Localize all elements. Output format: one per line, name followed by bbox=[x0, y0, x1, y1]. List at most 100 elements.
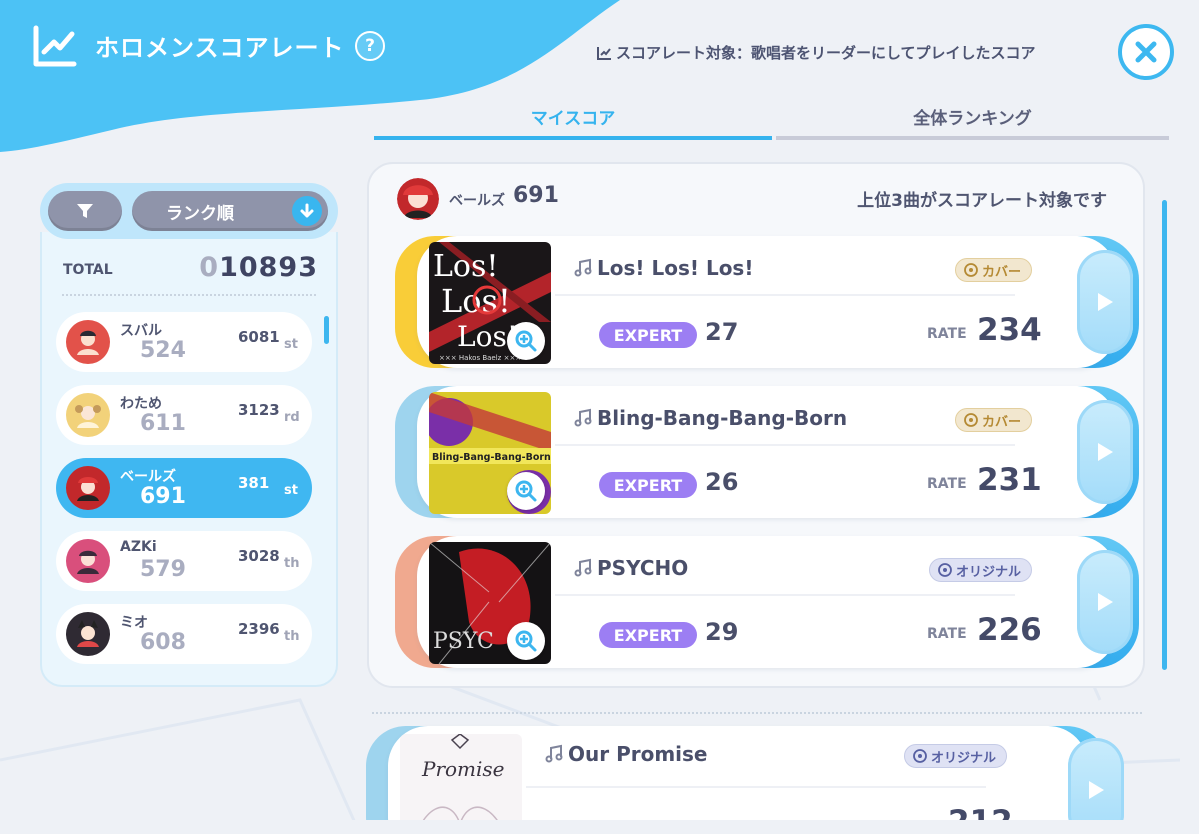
close-icon bbox=[1135, 41, 1157, 63]
selected-member-avatar bbox=[397, 178, 439, 220]
top-songs-note: 上位3曲がスコアレート対象です bbox=[857, 191, 1107, 211]
album-art-title: Promise bbox=[421, 757, 505, 781]
member-rate: 579 bbox=[140, 557, 186, 582]
avatar-icon bbox=[77, 330, 99, 355]
song-type-badge: オリジナル bbox=[929, 558, 1033, 582]
music-note-icon bbox=[574, 408, 592, 427]
avatar bbox=[66, 320, 110, 364]
song-type-badge: カバー bbox=[955, 408, 1033, 432]
member-rate-panel: TOTAL 010893 スバル 524 6081 st わため 611 312… bbox=[40, 232, 338, 687]
divider bbox=[372, 712, 1142, 714]
album-art-image: Promise bbox=[400, 734, 522, 834]
member-rank-suffix: th bbox=[284, 629, 300, 644]
member-list: スバル 524 6081 st わため 611 3123 rd ベールズ 691… bbox=[56, 312, 314, 677]
music-note-icon bbox=[574, 258, 592, 277]
zoom-button[interactable] bbox=[507, 472, 545, 510]
divider bbox=[62, 294, 316, 296]
member-item-azki[interactable]: AZKi 579 3028 th bbox=[56, 531, 312, 591]
member-rank-suffix: st bbox=[284, 337, 298, 352]
divider bbox=[555, 294, 1015, 296]
avatar bbox=[66, 539, 110, 583]
member-item-watame[interactable]: わため 611 3123 rd bbox=[56, 385, 312, 445]
play-button[interactable] bbox=[1077, 250, 1133, 354]
song-title: Los! Los! Los! bbox=[573, 256, 753, 280]
difficulty-level: 26 bbox=[705, 468, 739, 496]
total-value-prefix: 0 bbox=[199, 252, 220, 283]
sort-button[interactable]: ランク順 bbox=[132, 191, 328, 231]
zoom-button[interactable] bbox=[507, 322, 545, 360]
play-icon bbox=[1098, 593, 1113, 611]
sort-direction-toggle[interactable] bbox=[292, 196, 322, 226]
difficulty-level: 27 bbox=[705, 318, 739, 346]
member-rank-suffix: st bbox=[284, 483, 298, 498]
song-title-text: Bling-Bang-Bang-Born bbox=[597, 406, 848, 430]
tab-my-score[interactable]: マイスコア bbox=[374, 96, 772, 140]
album-art-title: PSYC bbox=[433, 629, 494, 654]
help-button[interactable]: ? bbox=[355, 31, 385, 61]
total-value-digits: 10893 bbox=[219, 252, 318, 283]
avatar bbox=[66, 393, 110, 437]
score-target-note: スコアレート対象：歌唱者をリーダーにしてプレイしたスコア bbox=[596, 42, 1036, 63]
song-title: PSYCHO bbox=[573, 556, 688, 580]
member-rank-suffix: rd bbox=[284, 410, 300, 425]
rate-label: RATE bbox=[927, 326, 967, 342]
album-art-sub: ××× Hakos Baelz ××× bbox=[439, 354, 521, 362]
chart-icon bbox=[33, 25, 77, 67]
total-value: 010893 bbox=[199, 252, 318, 283]
cover-disc-icon bbox=[964, 413, 978, 427]
arrow-down-icon bbox=[300, 203, 314, 218]
member-rate: 691 bbox=[140, 484, 186, 509]
page-title: ホロメンスコアレート bbox=[95, 34, 345, 62]
song-type-label: カバー bbox=[982, 414, 1022, 430]
song-card-our-promise[interactable]: Promise Our Promise オリジナル 212 bbox=[366, 726, 1124, 834]
album-art[interactable]: Promise bbox=[400, 734, 522, 834]
play-button[interactable] bbox=[1077, 400, 1133, 504]
avatar-icon bbox=[77, 620, 99, 647]
song-title-text: PSYCHO bbox=[597, 556, 689, 580]
member-rank: 3028 bbox=[238, 547, 280, 565]
member-name: ベールズ bbox=[120, 469, 176, 485]
avatar bbox=[66, 466, 110, 510]
member-rate: 608 bbox=[140, 630, 186, 655]
member-rate: 524 bbox=[140, 338, 186, 363]
song-card-psycho[interactable]: PSYC PSYCHO オリジナル EXPERT 29 RATE 226 bbox=[395, 536, 1139, 668]
difficulty-badge: EXPERT bbox=[599, 322, 697, 348]
rate-label: RATE bbox=[927, 626, 967, 642]
rate-label: RATE bbox=[927, 476, 967, 492]
avatar-icon bbox=[77, 550, 99, 574]
score-target-text: スコアレート対象：歌唱者をリーダーにしてプレイしたスコア bbox=[616, 44, 1036, 62]
song-type-badge: カバー bbox=[955, 258, 1033, 282]
music-note-icon bbox=[545, 744, 563, 763]
selected-member-rate: 691 bbox=[513, 183, 559, 208]
play-button[interactable] bbox=[1077, 550, 1133, 654]
difficulty-badge: EXPERT bbox=[599, 622, 697, 648]
music-note-icon bbox=[574, 558, 592, 577]
tab-overall-ranking[interactable]: 全体ランキング bbox=[776, 96, 1169, 140]
member-rate: 611 bbox=[140, 411, 186, 436]
member-item-subaru[interactable]: スバル 524 6081 st bbox=[56, 312, 312, 372]
member-item-mio[interactable]: ミオ 608 2396 th bbox=[56, 604, 312, 664]
song-title: Our Promise bbox=[544, 742, 708, 766]
member-name: スバル bbox=[120, 323, 162, 339]
zoom-plus-icon bbox=[515, 330, 537, 352]
member-item-baelz[interactable]: ベールズ 691 381 st bbox=[56, 458, 312, 518]
song-card-los-los-los[interactable]: Los! Los! Los! ××× Hakos Baelz ××× Los! … bbox=[395, 236, 1139, 368]
play-icon bbox=[1089, 781, 1104, 799]
avatar bbox=[66, 612, 110, 656]
member-rank: 6081 bbox=[238, 328, 280, 346]
zoom-button[interactable] bbox=[507, 622, 545, 660]
avatar-icon bbox=[75, 405, 101, 428]
song-list-scrollbar[interactable] bbox=[1162, 200, 1167, 670]
close-button[interactable] bbox=[1118, 24, 1174, 80]
song-title: Bling-Bang-Bang-Born bbox=[573, 406, 847, 430]
member-list-scrollbar[interactable] bbox=[324, 316, 329, 344]
sort-label: ランク順 bbox=[166, 203, 234, 224]
bottom-fade bbox=[0, 820, 1199, 834]
filter-button[interactable] bbox=[48, 191, 122, 231]
song-title-text: Los! Los! Los! bbox=[597, 256, 754, 280]
play-icon bbox=[1098, 293, 1113, 311]
song-type-label: カバー bbox=[982, 264, 1022, 280]
song-card-bling-bang-bang-born[interactable]: Bling-Bang-Bang-Born Bling-Bang-Bang-Bor… bbox=[395, 386, 1139, 518]
divider bbox=[555, 444, 1015, 446]
member-rank: 3123 bbox=[238, 401, 280, 419]
